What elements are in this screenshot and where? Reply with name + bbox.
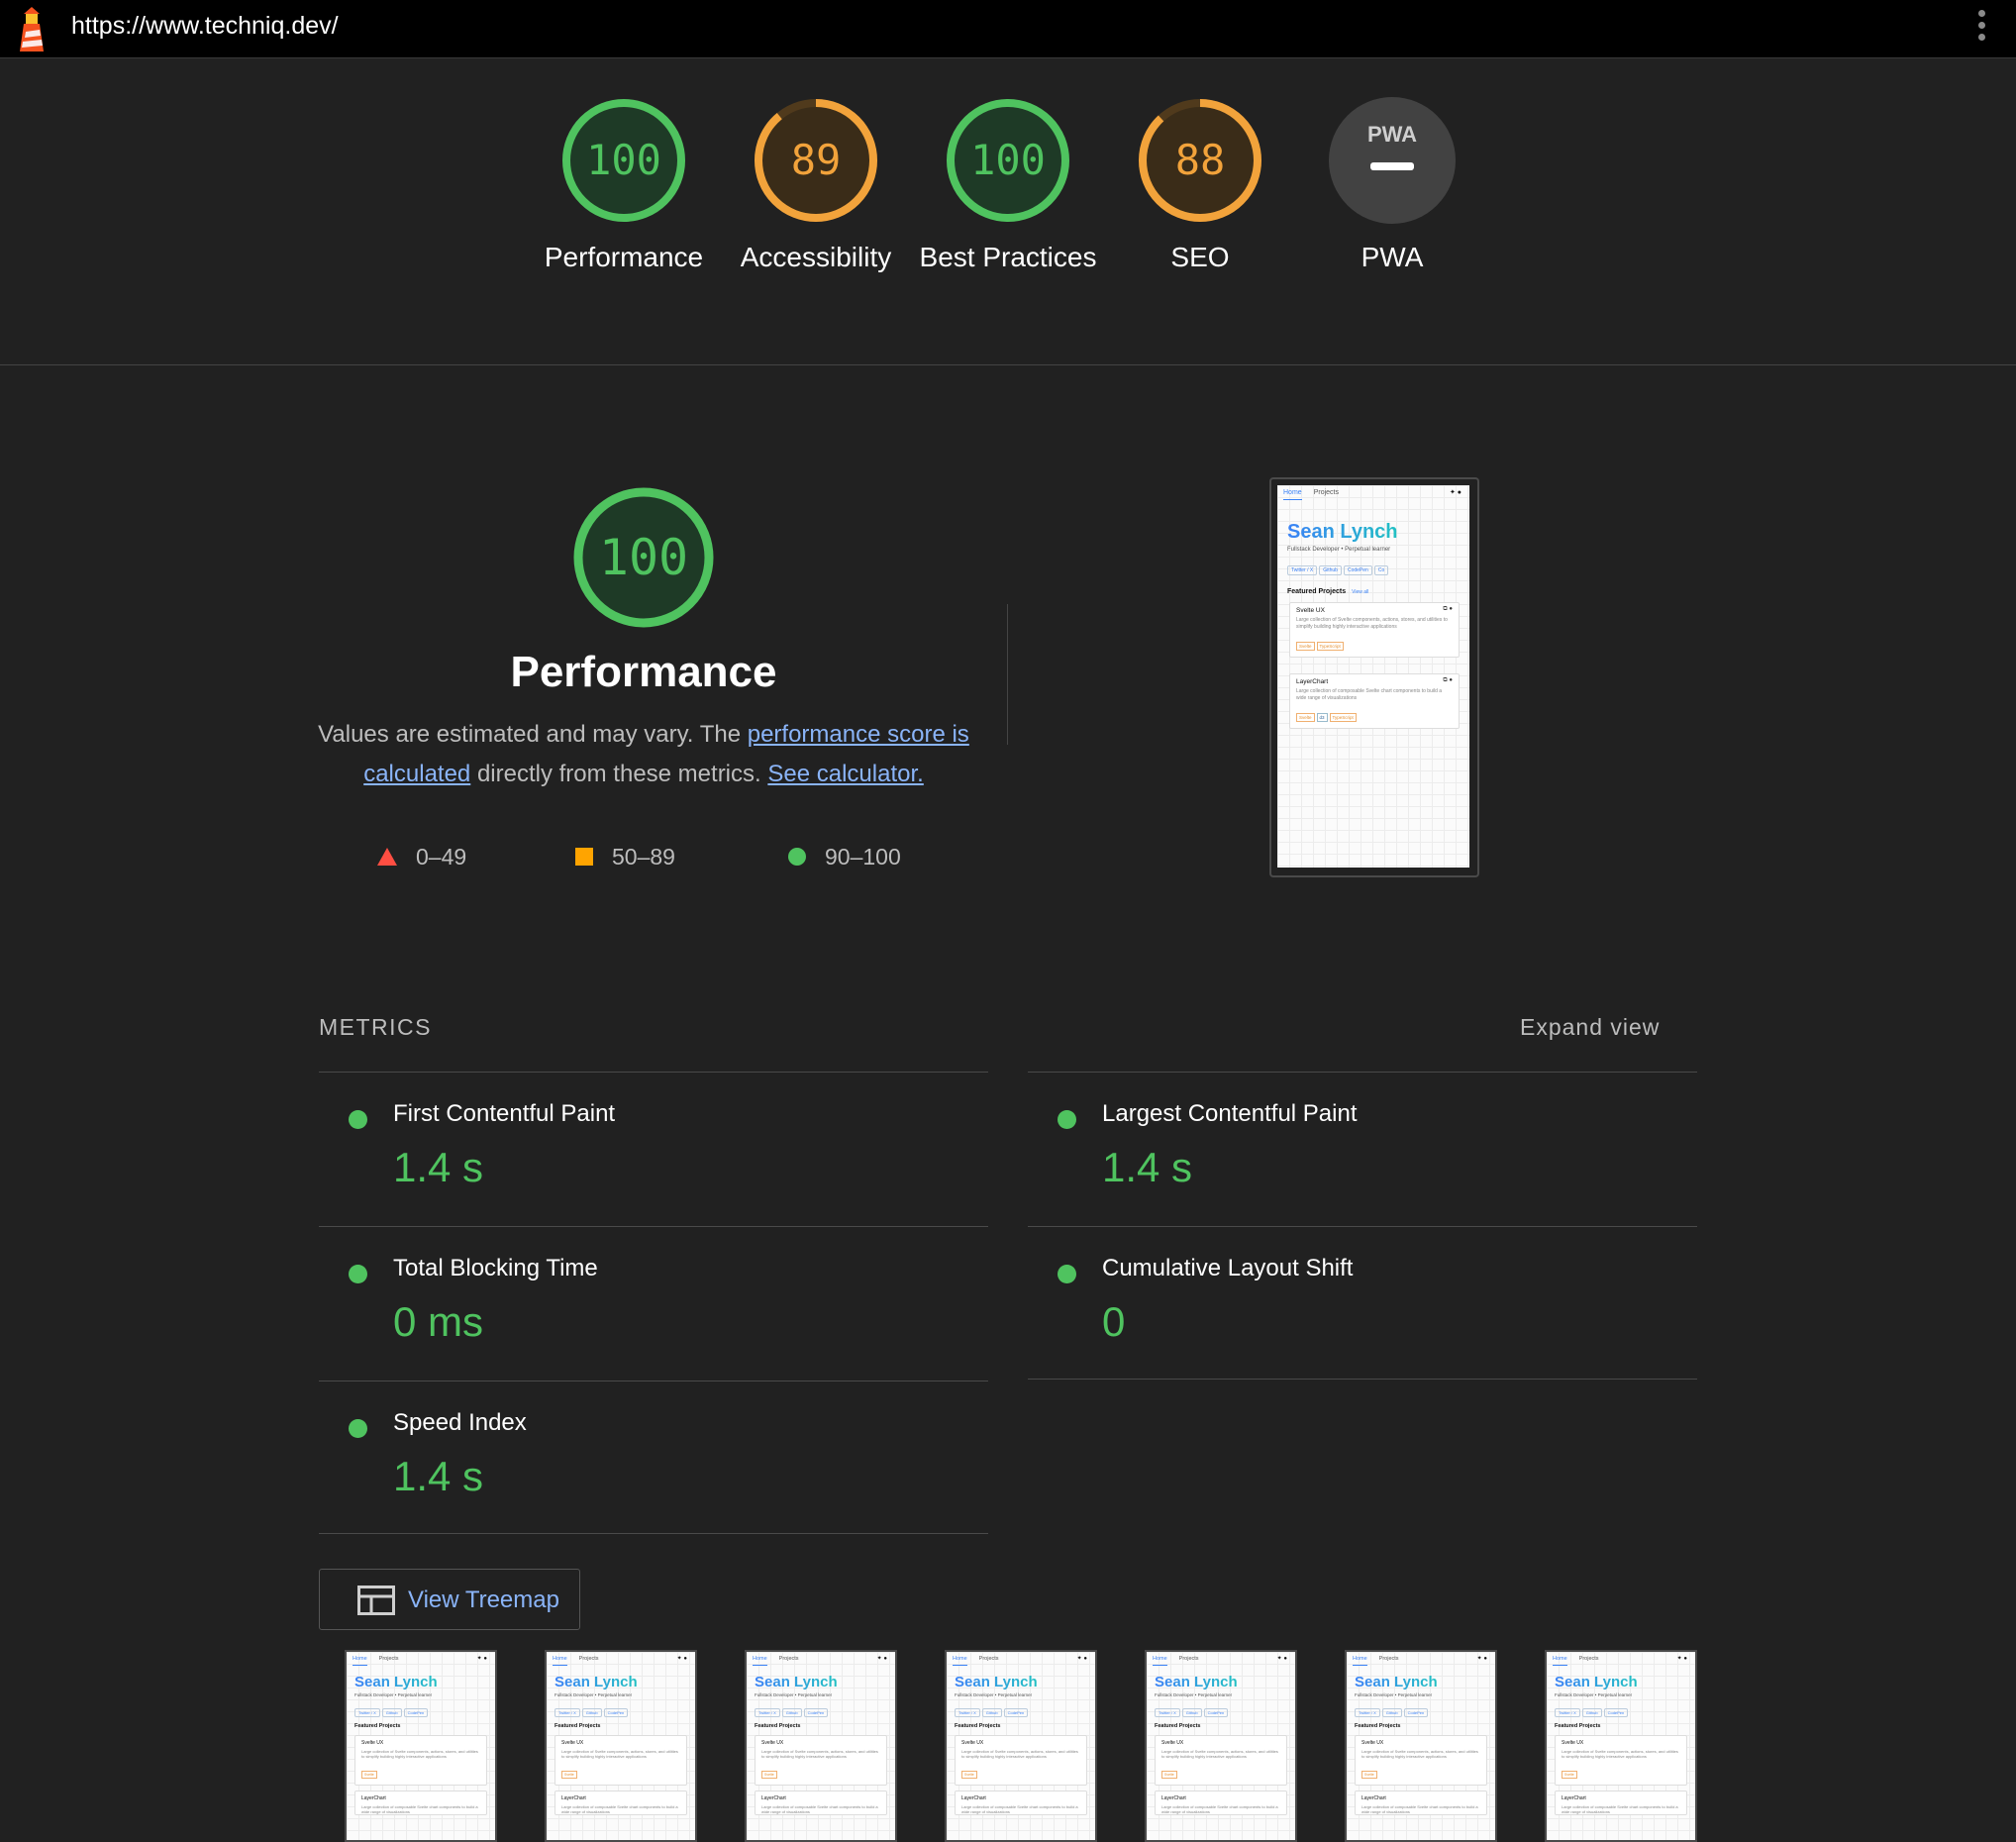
pass-circle-icon [1058, 1110, 1076, 1129]
performance-title: Performance [510, 648, 777, 696]
top-bar: https://www.techniq.dev/ [0, 0, 2016, 58]
filmstrip-frame: Home Projects ✦ ● Sean Lynch Fullstack De… [1545, 1650, 1697, 1842]
lighthouse-icon [20, 7, 44, 51]
filmstrip-frame: Home Projects ✦ ● Sean Lynch Fullstack De… [745, 1650, 897, 1842]
pass-circle-icon [349, 1419, 367, 1438]
circle-icon [788, 848, 806, 866]
pass-circle-icon [349, 1265, 367, 1283]
gauge-label: Performance [544, 242, 704, 272]
screenshot-page: Home Projects ✦ ● Sean Lynch Fullstack De… [1277, 485, 1469, 868]
gauge-ring: 100 [947, 99, 1069, 222]
filmstrip-frame: Home Projects ✦ ● Sean Lynch Fullstack De… [945, 1650, 1097, 1842]
legend-average: 50–89 [574, 844, 675, 870]
gauge-performance[interactable]: 100 Performance [530, 97, 718, 277]
performance-score: 100 [599, 529, 688, 586]
final-screenshot[interactable]: Home Projects ✦ ● Sean Lynch Fullstack De… [1269, 477, 1479, 877]
page-url: https://www.techniq.dev/ [71, 12, 339, 40]
pass-circle-icon [349, 1110, 367, 1129]
gauge-label: PWA [1361, 242, 1424, 272]
legend-fail: 0–49 [376, 844, 466, 870]
gauge-score: 88 [1175, 136, 1226, 184]
treemap-icon [357, 1586, 395, 1615]
gauge-label: Accessibility [740, 242, 892, 272]
square-icon [575, 848, 593, 866]
gauge-seo[interactable]: 88 SEO [1106, 97, 1294, 277]
gauge-label: SEO [1170, 242, 1230, 272]
metric-largest-contentful-paint: Largest Contentful Paint 1.4 s [1028, 1073, 1697, 1226]
vertical-divider [1007, 604, 1008, 745]
gauge-best-practices[interactable]: 100 Best Practices [914, 97, 1102, 277]
score-gauges: 100 Performance 89 Accessibility 100 Bes… [0, 57, 2016, 365]
gauge-pwa[interactable]: PWA PWA [1298, 97, 1486, 277]
gauge-label: Best Practices [919, 242, 1097, 272]
expand-view-toggle[interactable]: Expand view [1520, 1014, 1660, 1041]
see-calculator-link[interactable]: See calculator. [767, 761, 923, 787]
triangle-icon [377, 848, 397, 866]
divider [1028, 1379, 1697, 1380]
metric-total-blocking-time: Total Blocking Time 0 ms [319, 1227, 988, 1381]
filmstrip-frame: Home Projects ✦ ● Sean Lynch Fullstack De… [545, 1650, 697, 1842]
gauge-accessibility[interactable]: 89 Accessibility [722, 97, 910, 277]
filmstrip-frame: Home Projects ✦ ● Sean Lynch Fullstack De… [1145, 1650, 1297, 1842]
metric-speed-index: Speed Index 1.4 s [319, 1382, 988, 1535]
view-treemap-button[interactable]: View Treemap [319, 1569, 580, 1630]
filmstrip-frame: Home Projects ✦ ● Sean Lynch Fullstack De… [1345, 1650, 1497, 1842]
metric-first-contentful-paint: First Contentful Paint 1.4 s [319, 1073, 988, 1226]
gauge-ring: 89 [755, 99, 877, 222]
metric-cumulative-layout-shift: Cumulative Layout Shift 0 [1028, 1227, 1697, 1381]
performance-description: Values are estimated and may vary. The p… [318, 721, 969, 787]
svg-text:PWA: PWA [1367, 122, 1417, 147]
legend-pass: 90–100 [787, 844, 901, 870]
kebab-menu-icon[interactable] [1978, 10, 1986, 46]
filmstrip-frame: Home Projects ✦ ● Sean Lynch Fullstack De… [345, 1650, 497, 1842]
performance-gauge: 100 [573, 487, 714, 628]
pwa-badge-icon: PWA [1329, 97, 1456, 224]
divider [319, 1533, 988, 1534]
gauge-ring: 100 [562, 99, 685, 222]
gauge-ring: 88 [1139, 99, 1261, 222]
social-icons: ✦ ● [1449, 489, 1462, 496]
metrics-header: METRICS [319, 1014, 432, 1040]
gauge-score: 100 [586, 136, 661, 184]
performance-summary: 100 Performance Values are estimated and… [277, 485, 1010, 794]
pass-circle-icon [1058, 1265, 1076, 1283]
gauge-score: 100 [970, 136, 1046, 184]
gauge-score: 89 [791, 136, 842, 184]
